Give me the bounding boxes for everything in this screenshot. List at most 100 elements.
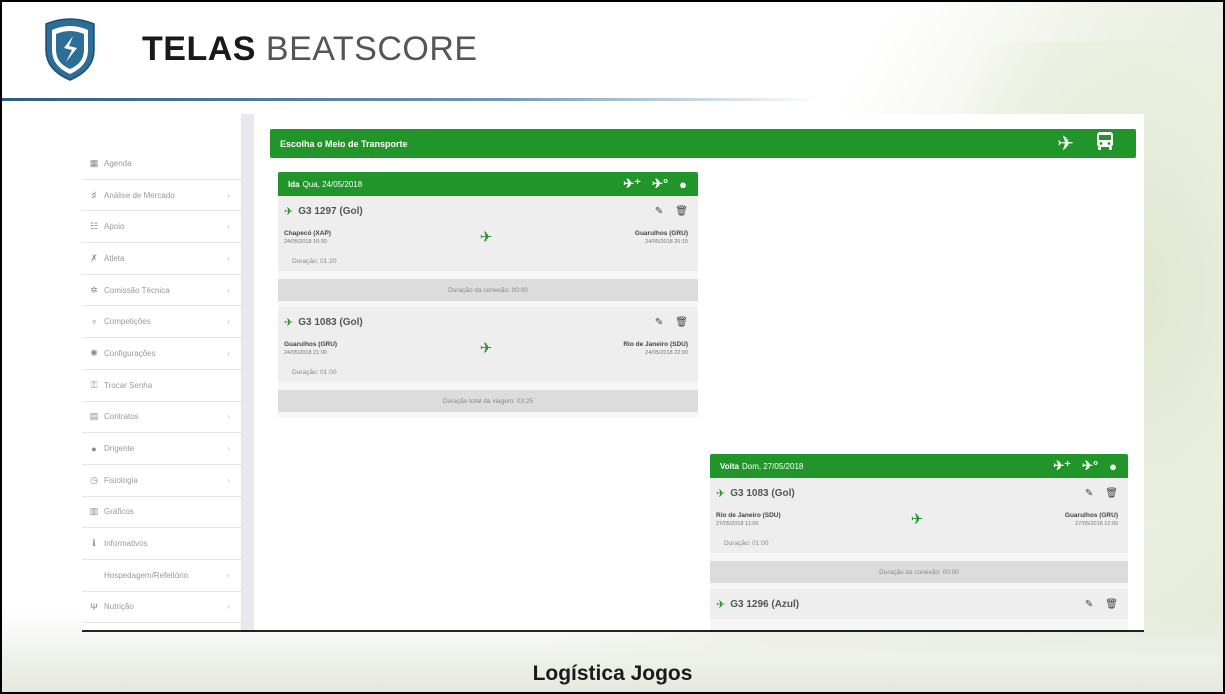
- bar-chart-icon: ▥: [89, 506, 99, 517]
- sidebar-item-label: Gráficos: [104, 507, 134, 517]
- arrival-airport: Guarulhos (GRU): [634, 229, 688, 237]
- passenger-icon[interactable]: ●: [1109, 459, 1117, 474]
- sidebar-item[interactable]: ● Drigente ›: [82, 433, 241, 465]
- sidebar-scrollbar[interactable]: [242, 114, 254, 630]
- sidebar-item[interactable]: ♯ Análise de Mercado ›: [82, 180, 241, 212]
- sidebar-item-label: Hospedagem/Refeitório: [104, 570, 189, 580]
- sidebar-item[interactable]: ☷ Apoio ›: [82, 211, 241, 244]
- chevron-right-icon: ›: [227, 444, 230, 454]
- sidebar-item[interactable]: ✲ Comissão Técnica ›: [82, 275, 241, 307]
- sidebar-item[interactable]: ▤ Contratos ›: [82, 402, 241, 434]
- sidebar-item-label: Contratos: [104, 412, 139, 422]
- arrival-datetime: 24/05/2018 22:00: [645, 349, 688, 356]
- flight-duration: Duração: 01:00: [292, 369, 337, 376]
- flight-card: ✈ G3 1297 (Gol) ✎ 🗑 Chapecó (XAP) 24/05/2018 …: [278, 196, 698, 271]
- app-screenshot: ▦ Agenda ♯ Análise de Mercado › ☷ Apoio › ✗ Atlet…: [82, 114, 1144, 630]
- arrival-airport: Rio de Janeiro (SDU): [623, 340, 688, 348]
- bus-icon[interactable]: [1096, 131, 1114, 157]
- add-flight-alt-icon[interactable]: ✈°: [652, 176, 668, 192]
- arrival: Rio de Janeiro (SDU) 24/05/2018 22:00: [578, 341, 688, 356]
- slide-title: TELAS BEATSCORE: [142, 30, 478, 69]
- edit-icon[interactable]: ✎: [1085, 488, 1093, 499]
- passenger-icon[interactable]: ●: [679, 177, 687, 192]
- add-flight-icon[interactable]: ✈⁺: [1053, 458, 1071, 474]
- flight-header: ✈ G3 1083 (Gol) ✎ 🗑: [716, 484, 1118, 502]
- key-icon: ⚿: [90, 379, 98, 390]
- departure: Rio de Janeiro (SDU) 27/05/2018 11:00: [716, 512, 826, 527]
- sidebar-item[interactable]: Ψ Nutrição ›: [82, 592, 241, 624]
- info-icon: ℹ: [92, 538, 96, 549]
- flight-route: Chapecó (XAP) 24/05/2018 16:30 ✈ Guarulhos …: [284, 228, 688, 246]
- arrival-datetime: 27/05/2018 12:00: [1075, 520, 1118, 527]
- document-icon: ▤: [89, 411, 99, 422]
- flight-name: G3 1083 (Gol): [730, 487, 795, 499]
- users-icon: ☷: [89, 221, 99, 232]
- sidebar-item-label: Trocar Senha: [104, 380, 153, 390]
- connection-duration: Duração da conexão: 00:00: [710, 561, 1128, 583]
- edit-icon[interactable]: ✎: [655, 317, 663, 328]
- connection-duration: Duração total da viagem: 03:25: [278, 390, 698, 412]
- edit-icon[interactable]: ✎: [655, 206, 663, 217]
- sidebar-item[interactable]: ▦ Agenda: [82, 148, 241, 180]
- outbound-leg: Ida Qua, 24/05/2018 ✈⁺ ✈° ● ✈ G3 1297 (Gol) ✎ 🗑 C…: [278, 172, 698, 418]
- departure-datetime: 27/05/2018 11:00: [716, 520, 759, 527]
- sidebar-item-label: Comissão Técnica: [104, 285, 170, 295]
- trash-icon[interactable]: 🗑: [675, 317, 688, 328]
- flight-card: ✈ G3 1083 (Gol) ✎ 🗑 Rio de Janeiro (SDU) 27/0…: [710, 478, 1128, 553]
- trash-icon[interactable]: 🗑: [1105, 599, 1118, 610]
- add-flight-alt-icon[interactable]: ✈°: [1082, 458, 1098, 474]
- gear-icon: ✲: [90, 284, 98, 295]
- departure-airport: Chapecó (XAP): [284, 229, 331, 237]
- sidebar-item-label: Apoio: [104, 222, 125, 232]
- trash-icon[interactable]: 🗑: [675, 206, 688, 217]
- departure-airport: Guarulhos (GRU): [284, 340, 338, 348]
- sidebar-item-label: Fisiologia: [104, 475, 138, 485]
- header-divider: [2, 98, 822, 101]
- sidebar-item[interactable]: ℹ Informativos: [82, 528, 241, 560]
- chevron-right-icon: ›: [227, 317, 230, 327]
- departure-datetime: 24/05/2018 21:00: [284, 349, 327, 356]
- sidebar: ▦ Agenda ♯ Análise de Mercado › ☷ Apoio › ✗ Atlet…: [82, 114, 242, 630]
- edit-icon[interactable]: ✎: [1085, 599, 1093, 610]
- sidebar-item[interactable]: ✗ Atleta ›: [82, 243, 241, 275]
- route-plane-icon: ✈: [479, 340, 493, 357]
- flight-header: ✈ G3 1297 (Gol) ✎ 🗑: [284, 202, 688, 220]
- leg-title: Volta Dom, 27/05/2018: [720, 462, 1053, 471]
- chart-icon: ♯: [91, 190, 97, 201]
- flight-route: Rio de Janeiro (SDU) 27/05/2018 11:00 ✈ Gua…: [716, 510, 1118, 528]
- user-icon: ●: [91, 443, 97, 454]
- sidebar-item[interactable]: Hospedagem/Refeitório ›: [82, 560, 241, 592]
- flight-header: ✈ G3 1083 (Gol) ✎ 🗑: [284, 313, 688, 331]
- chevron-right-icon: ›: [227, 190, 230, 200]
- airplane-icon[interactable]: ✈: [1057, 131, 1074, 156]
- sidebar-item[interactable]: ✺ Configurações ›: [82, 338, 241, 370]
- route-plane-icon: ✈: [479, 229, 493, 246]
- calendar-icon: ▦: [89, 157, 99, 168]
- slide-title-bold: TELAS: [142, 30, 256, 68]
- add-flight-icon[interactable]: ✈⁺: [623, 176, 641, 192]
- sidebar-item[interactable]: ♆ Competições ›: [82, 306, 241, 339]
- sidebar-item[interactable]: ▥ Gráficos: [82, 497, 241, 529]
- transport-bar: Escolha o Meio de Transporte ✈: [270, 129, 1136, 158]
- chevron-right-icon: ›: [227, 412, 230, 422]
- chevron-right-icon: ›: [227, 602, 230, 612]
- flight-card: ✈ G3 1083 (Gol) ✎ 🗑 Guarulhos (GRU) 24/05/201…: [278, 307, 698, 382]
- sidebar-item[interactable]: ⚿ Trocar Senha: [82, 370, 241, 402]
- leg-title: Ida Qua, 24/05/2018: [288, 180, 623, 189]
- flight-name: G3 1297 (Gol): [298, 205, 363, 217]
- beatscore-logo: [45, 18, 95, 81]
- flight-name: G3 1296 (Azul): [730, 598, 800, 610]
- slide-title-rest: BEATSCORE: [265, 30, 478, 68]
- transport-title: Escolha o Meio de Transporte: [280, 138, 408, 149]
- plane-icon: ✈: [284, 205, 294, 218]
- plane-icon: ✈: [284, 316, 294, 329]
- sidebar-item[interactable]: ◷ Fisiologia ›: [82, 465, 241, 497]
- clock-icon: ◷: [90, 474, 98, 485]
- slide: TELAS BEATSCORE ▦ Agenda ♯ Análise de Merca…: [0, 0, 1225, 694]
- trash-icon[interactable]: 🗑: [1105, 488, 1118, 499]
- sidebar-item-label: Nutrição: [104, 602, 134, 612]
- arrival: Guarulhos (GRU) 24/05/2018 20:15: [578, 230, 688, 245]
- trophy-icon: ♆: [90, 316, 98, 327]
- flight-route: Guarulhos (GRU) 24/05/2018 21:00 ✈ Rio de J…: [284, 339, 688, 357]
- arrival-airport: Guarulhos (GRU): [1064, 511, 1118, 519]
